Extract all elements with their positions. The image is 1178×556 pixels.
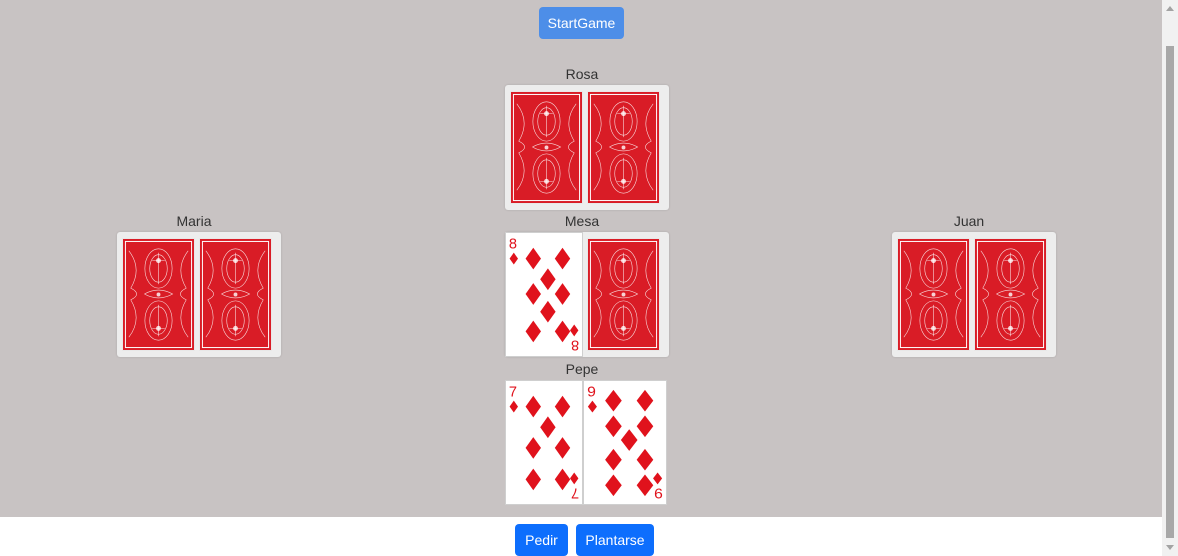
card-back <box>587 238 660 351</box>
hand-juan <box>892 232 1056 357</box>
card-8-diamonds: 8 8 <box>505 232 583 357</box>
pedir-button[interactable]: Pedir <box>515 524 568 556</box>
svg-text:7: 7 <box>509 385 517 401</box>
hand-rosa <box>505 85 669 210</box>
player-name-juan: Juan <box>953 213 985 229</box>
hand-maria <box>117 232 281 357</box>
card-back <box>199 238 272 351</box>
card-7-diamonds: 7 7 <box>505 380 583 505</box>
player-name-rosa: Rosa <box>565 66 599 82</box>
plantarse-button[interactable]: Plantarse <box>576 524 654 556</box>
card-back <box>122 238 195 351</box>
hand-pepe: 7 7 9 9 <box>505 380 669 505</box>
hand-mesa: 8 8 <box>505 232 669 357</box>
card-back <box>897 238 970 351</box>
start-game-button[interactable]: StartGame <box>539 7 624 39</box>
player-name-mesa: Mesa <box>564 213 600 229</box>
player-name-pepe: Pepe <box>565 361 599 377</box>
svg-text:9: 9 <box>654 484 663 500</box>
vertical-scrollbar[interactable] <box>1162 0 1178 556</box>
svg-text:7: 7 <box>571 484 579 500</box>
card-back <box>974 238 1047 351</box>
card-back <box>587 91 660 204</box>
svg-text:9: 9 <box>587 384 596 400</box>
svg-text:8: 8 <box>571 336 579 352</box>
svg-text:8: 8 <box>509 237 517 253</box>
card-9-diamonds: 9 9 <box>583 380 667 505</box>
game-table: StartGame Rosa Maria Mesa 8 8 Juan Pepe … <box>0 0 1162 517</box>
scroll-thumb[interactable] <box>1166 46 1174 538</box>
card-back <box>510 91 583 204</box>
scroll-up-arrow-icon[interactable] <box>1166 6 1174 11</box>
player-name-maria: Maria <box>176 213 212 229</box>
scroll-down-arrow-icon[interactable] <box>1166 545 1174 550</box>
